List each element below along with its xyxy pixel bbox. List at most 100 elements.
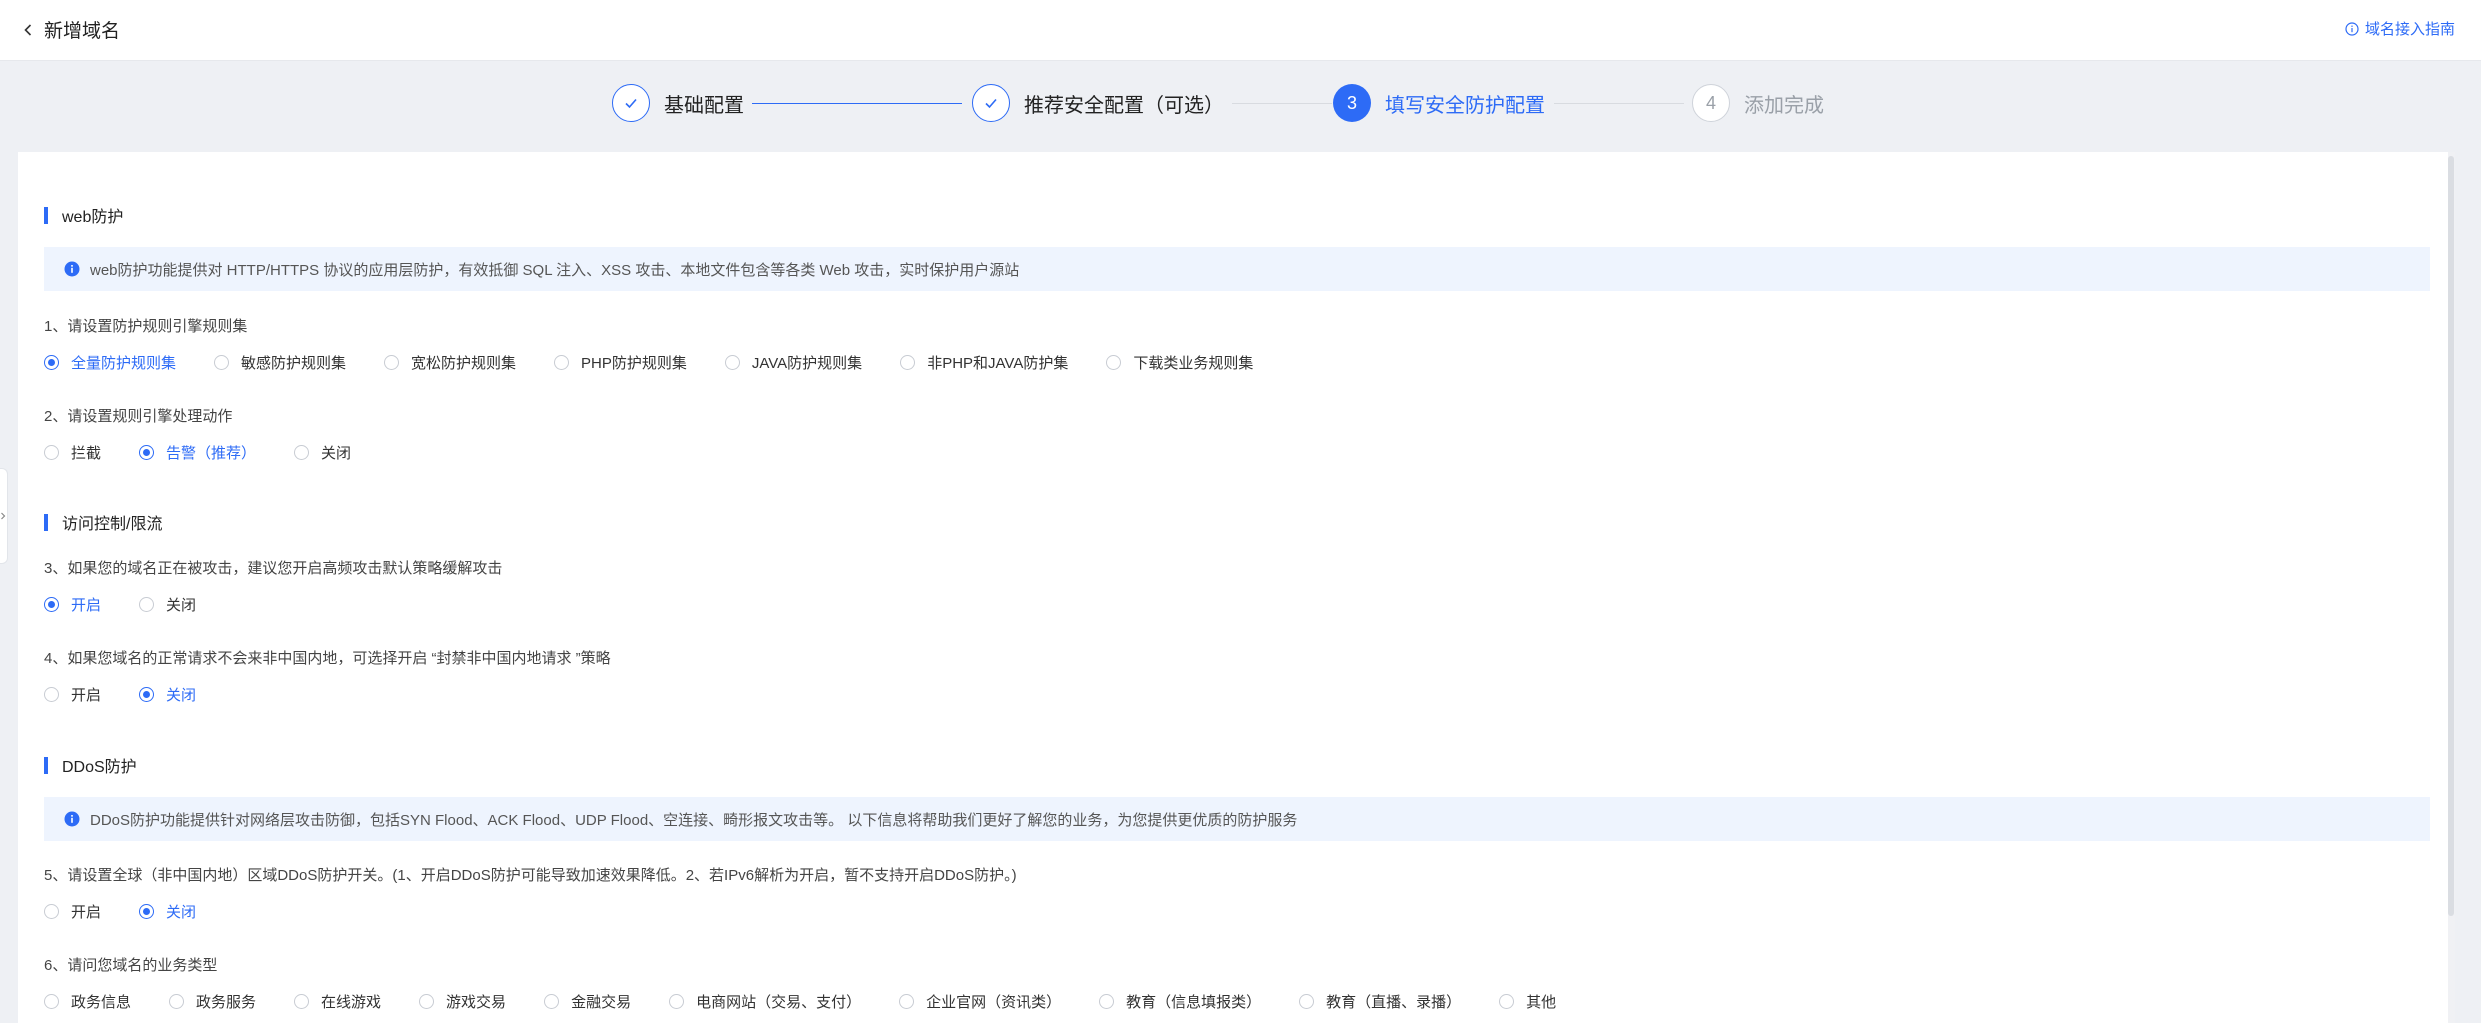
radio-option[interactable]: 开启 — [44, 901, 101, 922]
radio-circle[interactable] — [44, 445, 59, 460]
radio-circle[interactable] — [419, 994, 435, 1009]
radio-group-business-type: 政务信息 政务服务 在线游戏 游戏交易 金融交易 电商网站（交易、支付） 企业官网（资讯类）… — [44, 991, 1594, 1012]
radio-option[interactable]: 敏感防护规则集 — [214, 352, 346, 373]
radio-label: 在线游戏 — [321, 994, 382, 1011]
radio-circle[interactable] — [724, 355, 740, 370]
radio-circle[interactable] — [899, 994, 915, 1009]
radio-label: 拦截 — [71, 445, 102, 462]
section-title-text: DDoS防护 — [62, 759, 137, 776]
radio-option[interactable]: 开启 — [44, 684, 101, 705]
radio-label: 教育（直播、录播） — [1326, 994, 1462, 1011]
info-filled-icon — [64, 811, 80, 827]
step-label: 推荐安全配置（可选） — [1024, 94, 1224, 117]
radio-option[interactable]: PHP防护规则集 — [554, 352, 687, 373]
scrollbar-thumb[interactable] — [2448, 156, 2454, 916]
radio-circle[interactable] — [294, 445, 310, 460]
section-accent-bar — [44, 513, 48, 531]
step-complete-check — [612, 84, 650, 122]
step-number: 3 — [1333, 84, 1371, 122]
radio-circle[interactable] — [544, 994, 560, 1009]
radio-option[interactable]: JAVA防护规则集 — [724, 352, 863, 373]
radio-group-global-ddos: 开启 关闭 — [44, 901, 234, 922]
radio-circle[interactable] — [44, 687, 59, 702]
radio-option[interactable]: 关闭 — [139, 594, 196, 615]
radio-option[interactable]: 在线游戏 — [294, 991, 381, 1012]
domain-guide-link[interactable]: 域名接入指南 — [2345, 18, 2455, 39]
radio-label: 下载类业务规则集 — [1133, 355, 1254, 372]
step-label: 填写安全防护配置 — [1385, 94, 1545, 117]
radio-circle[interactable] — [554, 355, 570, 370]
radio-option[interactable]: 关闭 — [294, 442, 351, 463]
back-button[interactable]: 新增域名 — [20, 16, 120, 43]
radio-label: 关闭 — [166, 597, 197, 614]
radio-option[interactable]: 教育（信息填报类） — [1099, 991, 1261, 1012]
radio-option[interactable]: 金融交易 — [544, 991, 631, 1012]
radio-group-engine-action: 拦截 告警（推荐） 关闭 — [44, 442, 389, 463]
info-box-web: web防护功能提供对 HTTP/HTTPS 协议的应用层防护，有效抵御 SQL … — [44, 247, 2430, 291]
radio-group-high-frequency-attack: 开启 关闭 — [44, 594, 234, 615]
info-filled-icon — [64, 261, 80, 277]
check-icon — [985, 98, 997, 109]
step-recommended-config: 推荐安全配置（可选） — [972, 84, 1224, 122]
radio-circle[interactable] — [44, 355, 59, 370]
section-accent-bar — [44, 206, 48, 224]
radio-circle[interactable] — [139, 445, 155, 460]
step-number: 4 — [1692, 84, 1730, 122]
radio-option[interactable]: 政务信息 — [44, 991, 131, 1012]
radio-circle[interactable] — [44, 597, 59, 612]
radio-label: JAVA防护规则集 — [751, 355, 863, 372]
radio-label: PHP防护规则集 — [581, 355, 687, 372]
step-complete-check — [972, 84, 1010, 122]
radio-option[interactable]: 宽松防护规则集 — [384, 352, 516, 373]
radio-option[interactable]: 教育（直播、录播） — [1299, 991, 1461, 1012]
radio-label: 非PHP和JAVA防护集 — [927, 355, 1069, 372]
radio-option[interactable]: 全量防护规则集 — [44, 352, 176, 373]
radio-label: 企业官网（资讯类） — [926, 994, 1062, 1011]
radio-circle[interactable] — [139, 687, 155, 702]
radio-option[interactable]: 政务服务 — [169, 991, 256, 1012]
radio-group-block-non-mainland: 开启 关闭 — [44, 684, 234, 705]
step-connector — [1554, 103, 1684, 104]
radio-circle[interactable] — [1106, 355, 1122, 370]
radio-circle[interactable] — [1099, 994, 1115, 1009]
radio-circle[interactable] — [169, 994, 185, 1009]
radio-label: 开启 — [71, 687, 102, 704]
radio-option[interactable]: 游戏交易 — [419, 991, 506, 1012]
radio-circle[interactable] — [214, 355, 230, 370]
step-connector — [752, 103, 962, 104]
radio-circle[interactable] — [139, 904, 155, 919]
radio-circle[interactable] — [384, 355, 400, 370]
radio-label: 关闭 — [321, 445, 352, 462]
radio-circle[interactable] — [139, 597, 155, 612]
radio-label: 金融交易 — [571, 994, 632, 1011]
radio-option[interactable]: 其他 — [1499, 991, 1556, 1012]
radio-option[interactable]: 关闭 — [139, 684, 196, 705]
radio-circle[interactable] — [669, 994, 685, 1009]
progress-steps: 基础配置 推荐安全配置（可选） 3 填写安全防护配置 4 添加完成 — [0, 60, 2481, 152]
radio-option[interactable]: 企业官网（资讯类） — [899, 991, 1061, 1012]
question-high-frequency-attack: 3、如果您的域名正在被攻击，建议您开启高频攻击默认策略缓解攻击 — [44, 560, 503, 577]
step-complete: 4 添加完成 — [1692, 84, 1824, 122]
radio-circle[interactable] — [1299, 994, 1315, 1009]
radio-option[interactable]: 开启 — [44, 594, 101, 615]
step-label: 基础配置 — [664, 94, 744, 117]
step-security-config: 3 填写安全防护配置 — [1333, 84, 1545, 122]
radio-label: 政务服务 — [196, 994, 257, 1011]
radio-option[interactable]: 关闭 — [139, 901, 196, 922]
radio-circle[interactable] — [1499, 994, 1515, 1009]
radio-label: 游戏交易 — [446, 994, 507, 1011]
side-collapse-tab[interactable] — [0, 468, 8, 564]
radio-option[interactable]: 拦截 — [44, 442, 101, 463]
radio-circle[interactable] — [44, 904, 59, 919]
radio-option[interactable]: 下载类业务规则集 — [1106, 352, 1253, 373]
radio-option[interactable]: 告警（推荐） — [139, 442, 256, 463]
radio-group-ruleset: 全量防护规则集 敏感防护规则集 宽松防护规则集 PHP防护规则集 JAVA防护规则集 非P… — [44, 352, 1291, 373]
question-global-ddos: 5、请设置全球（非中国内地）区域DDoS防护开关。(1、开启DDoS防护可能导致… — [44, 867, 1017, 884]
radio-circle[interactable] — [44, 994, 59, 1009]
radio-circle[interactable] — [294, 994, 310, 1009]
radio-option[interactable]: 电商网站（交易、支付） — [669, 991, 861, 1012]
radio-label: 电商网站（交易、支付） — [696, 994, 862, 1011]
radio-option[interactable]: 非PHP和JAVA防护集 — [900, 352, 1068, 373]
question-ruleset: 1、请设置防护规则引擎规则集 — [44, 318, 248, 335]
radio-circle[interactable] — [900, 355, 916, 370]
